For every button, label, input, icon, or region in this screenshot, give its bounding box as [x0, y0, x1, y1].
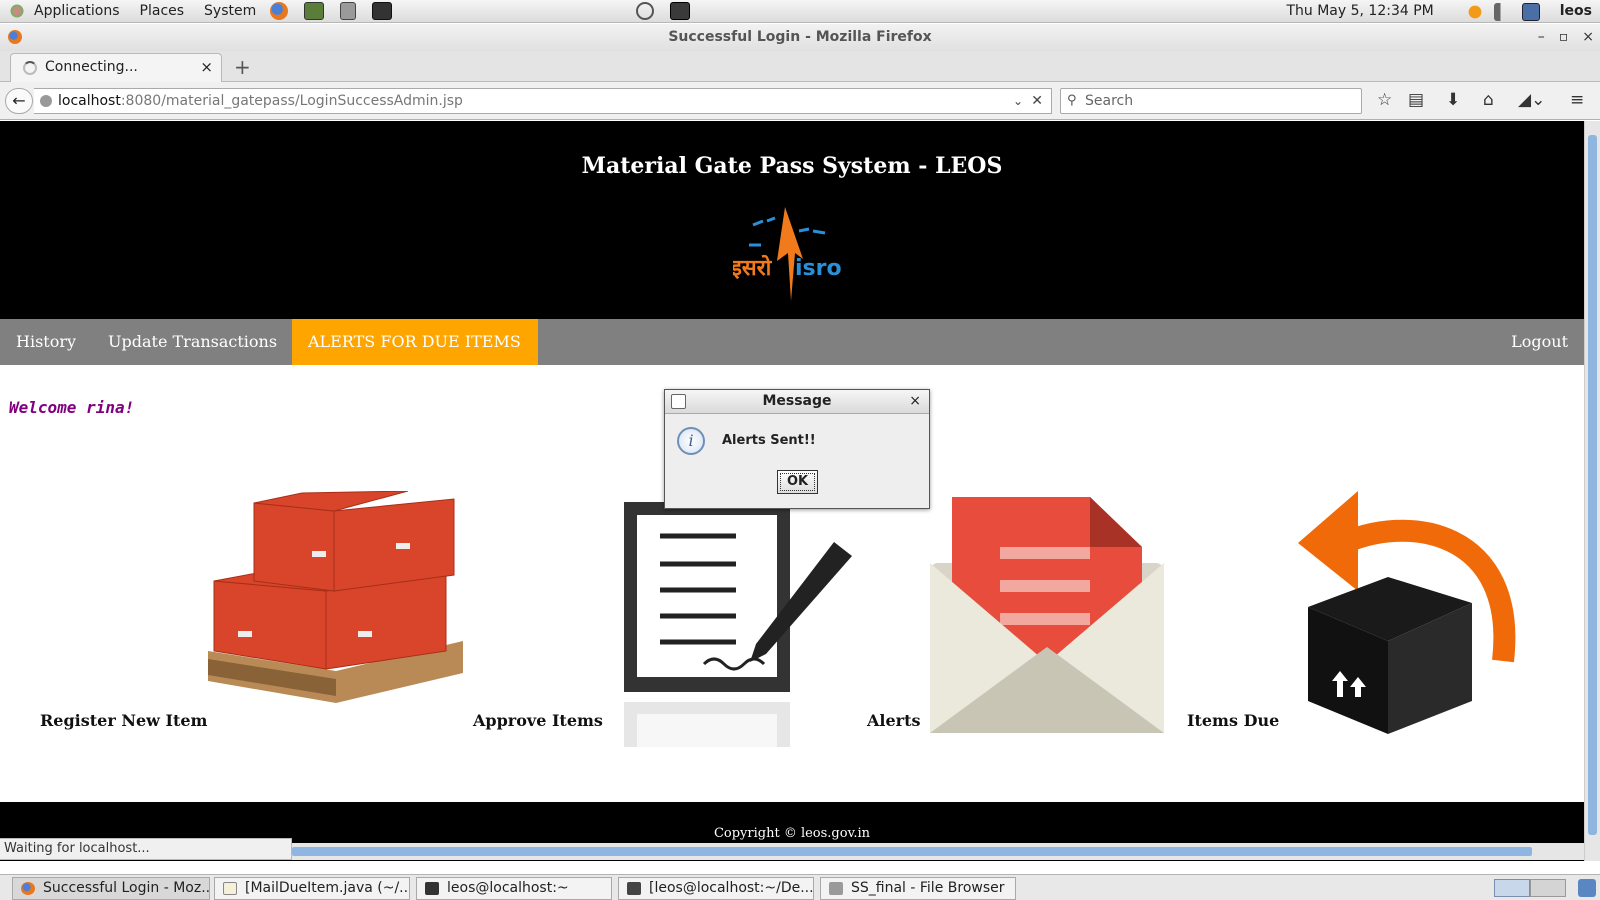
site-title: Material Gate Pass System - LEOS [581, 153, 1003, 179]
vertical-scroll-thumb[interactable] [1588, 135, 1597, 835]
nav-logout[interactable]: Logout [1495, 319, 1584, 365]
applications-menu[interactable]: Applications [28, 0, 126, 23]
task-file-browser[interactable]: SS_final - File Browser [820, 877, 1016, 900]
nav-history[interactable]: History [0, 319, 92, 365]
approve-items-label[interactable]: Approve Items [473, 711, 603, 730]
items-due-label[interactable]: Items Due [1187, 711, 1279, 730]
file-browser-task-icon [829, 882, 843, 895]
dialog-title-bar[interactable]: Message × [665, 390, 929, 414]
loading-spinner-icon [23, 61, 37, 75]
nav-update-transactions[interactable]: Update Transactions [92, 319, 293, 365]
site-header: Material Gate Pass System - LEOS इसरो is… [0, 121, 1584, 319]
horizontal-scroll-thumb[interactable] [292, 847, 1532, 856]
maximize-icon[interactable]: ▫ [1559, 24, 1569, 51]
tab-close-icon[interactable]: × [200, 54, 213, 81]
search-placeholder: Search [1085, 93, 1134, 109]
task-firefox[interactable]: Successful Login - Moz... [12, 877, 210, 900]
welcome-message: Welcome rina! [9, 398, 135, 417]
workspace-switcher-1[interactable] [1494, 879, 1530, 897]
status-bar: Waiting for localhost... [0, 838, 292, 860]
bookmark-star-icon[interactable]: ☆ [1377, 90, 1392, 110]
pocket-icon[interactable]: ◢⌄ [1518, 90, 1545, 110]
gnome-foot-icon [8, 2, 26, 20]
dialog-message: Alerts Sent!! [722, 433, 816, 448]
shutdown-icon[interactable] [636, 2, 654, 20]
stop-loading-icon[interactable]: ✕ [1031, 89, 1043, 113]
task-label: Successful Login - Moz... [43, 880, 210, 896]
home-icon[interactable]: ⌂ [1483, 90, 1494, 110]
alerts-label[interactable]: Alerts [867, 711, 921, 730]
terminal-launcher-icon[interactable] [372, 2, 393, 20]
logo-english-text: isro [795, 256, 842, 281]
navigation-toolbar: ← localhost:8080/material_gatepass/Login… [0, 82, 1600, 120]
horizontal-scrollbar[interactable] [292, 843, 1584, 860]
weather-sun-icon [1464, 2, 1485, 21]
show-desktop-icon[interactable] [1578, 879, 1596, 897]
search-input[interactable]: ⚲ Search [1060, 88, 1362, 114]
user-name[interactable]: leos [1554, 0, 1600, 23]
url-history-dropdown-icon[interactable]: ⌄ [1013, 89, 1023, 113]
task-label: leos@localhost:~ [447, 880, 569, 896]
network-icon[interactable] [1521, 2, 1540, 21]
volume-icon[interactable] [1493, 2, 1510, 21]
terminal-task-icon [627, 882, 641, 895]
bottom-taskbar: Successful Login - Moz... [MailDueItem.j… [0, 874, 1600, 900]
tab-current[interactable]: Connecting... × [10, 53, 222, 82]
approve-document-pen-icon[interactable] [624, 502, 856, 747]
isro-logo-icon: इसरो isro [733, 207, 842, 301]
text-editor-task-icon [223, 882, 237, 895]
downloads-icon[interactable]: ⬇ [1446, 90, 1460, 110]
system-menu[interactable]: System [198, 0, 262, 23]
logo-hindi-text: इसरो [733, 254, 773, 281]
items-due-return-box-icon[interactable] [1298, 491, 1520, 734]
task-label: SS_final - File Browser [851, 880, 1005, 896]
ok-button[interactable]: OK [777, 470, 818, 494]
url-bar[interactable]: localhost:8080/material_gatepass/LoginSu… [34, 88, 1052, 114]
window-title: Successful Login - Mozilla Firefox [668, 29, 932, 45]
dialog-close-icon[interactable]: × [909, 390, 921, 413]
back-button[interactable]: ← [5, 88, 33, 114]
tab-bar: Connecting... × + [0, 51, 1600, 82]
java-app-icon [671, 394, 686, 409]
task-terminal-1[interactable]: leos@localhost:~ [416, 877, 612, 900]
task-editor[interactable]: [MailDueItem.java (~/... [214, 877, 410, 900]
site-nav: History Update Transactions ALERTS FOR D… [0, 319, 1584, 365]
search-icon: ⚲ [1067, 93, 1077, 108]
reading-list-icon[interactable]: ▤ [1408, 90, 1424, 110]
calculator-launcher-icon[interactable] [340, 2, 357, 20]
firefox-launcher-icon[interactable] [270, 2, 289, 20]
url-path: :8080/material_gatepass/LoginSuccessAdmi… [120, 93, 463, 109]
task-label: [leos@localhost:~/De... [649, 880, 814, 896]
clock[interactable]: Thu May 5, 12:34 PM [1280, 0, 1439, 23]
site-info-icon[interactable] [40, 95, 52, 107]
register-new-item-label[interactable]: Register New Item [40, 711, 207, 730]
firefox-small-icon [8, 30, 22, 44]
tab-title: Connecting... [45, 59, 138, 75]
nav-alerts-due-items[interactable]: ALERTS FOR DUE ITEMS [292, 319, 538, 365]
hamburger-menu-icon[interactable]: ≡ [1570, 90, 1584, 110]
alerts-envelope-icon[interactable] [930, 497, 1164, 733]
dialog-title: Message [762, 393, 832, 409]
information-icon: i [677, 427, 705, 455]
firefox-task-icon [21, 882, 35, 895]
minimize-icon[interactable]: – [1538, 24, 1545, 51]
terminal-task-icon [425, 882, 439, 895]
new-tab-button[interactable]: + [234, 55, 251, 79]
url-host: localhost [58, 93, 121, 109]
close-window-icon[interactable]: × [1582, 24, 1594, 51]
task-label: [MailDueItem.java (~/... [245, 880, 410, 896]
back-arrow-icon: ← [12, 91, 26, 110]
task-terminal-2[interactable]: [leos@localhost:~/De... [618, 877, 814, 900]
lock-screen-icon[interactable] [670, 2, 690, 20]
system-monitor-launcher-icon[interactable] [304, 2, 325, 20]
vertical-scrollbar[interactable] [1584, 121, 1600, 861]
places-menu[interactable]: Places [134, 0, 191, 23]
firefox-title-bar: Successful Login - Mozilla Firefox – ▫ × [0, 24, 1600, 51]
message-dialog: Message × i Alerts Sent!! OK [664, 389, 930, 509]
workspace-switcher-2[interactable] [1530, 879, 1566, 897]
register-boxes-icon[interactable] [208, 491, 463, 703]
gnome-top-panel: Applications Places System Thu May 5, 12… [0, 0, 1600, 23]
